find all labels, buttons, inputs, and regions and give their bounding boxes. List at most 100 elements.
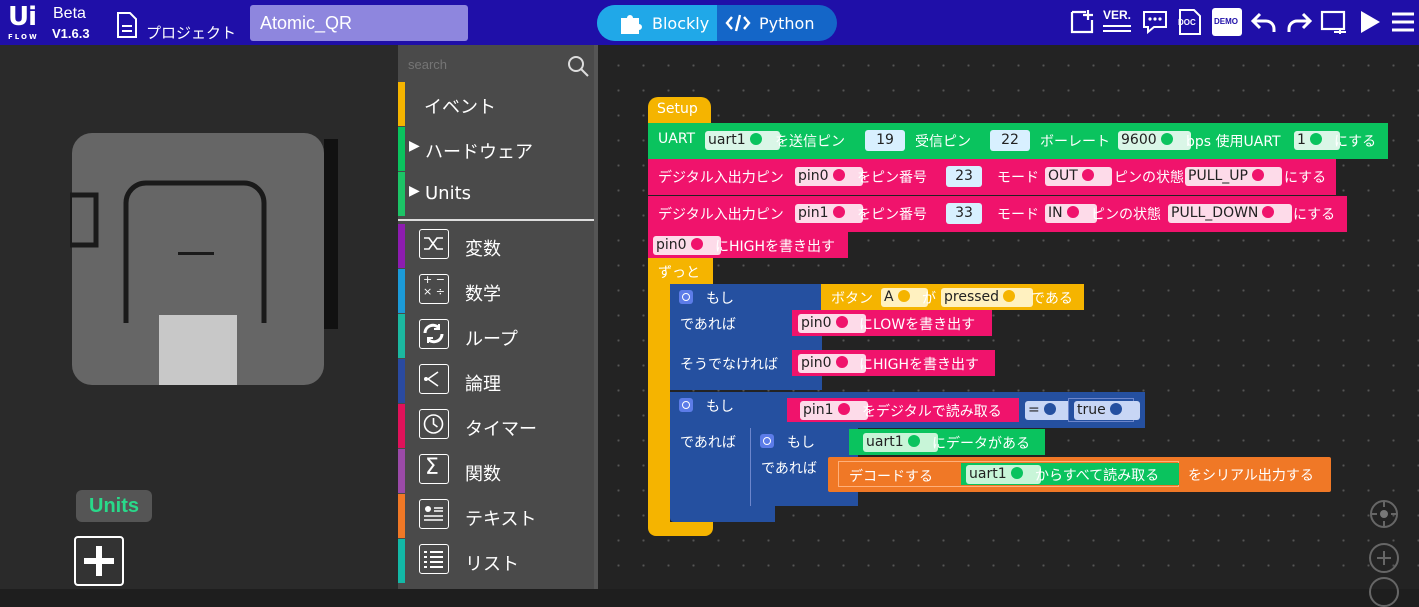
math-icon: + − × ÷ [419, 274, 449, 304]
chat-icon[interactable] [1141, 8, 1169, 36]
pin0-init-block[interactable]: デジタル入出力ピン pin0 をピン番号 23 モード OUT ピンの状態 PU… [648, 159, 1336, 195]
baud-dropdown[interactable]: 9600 [1118, 131, 1191, 150]
digital-read-block[interactable]: pin1 をデジタルで読み取る [787, 398, 1019, 422]
uart-name-dropdown[interactable]: uart1 [705, 131, 780, 150]
mode-dropdown[interactable]: IN [1045, 204, 1097, 223]
gear-icon[interactable] [760, 434, 774, 448]
category-list[interactable]: リスト [398, 539, 594, 583]
dropdown-arrow-icon [897, 290, 910, 302]
search-input[interactable] [408, 57, 558, 72]
uart-dropdown[interactable]: uart1 [966, 465, 1041, 484]
pin-dropdown[interactable]: pin0 [653, 236, 721, 255]
state-dropdown[interactable]: PULL_DOWN [1168, 204, 1293, 223]
category-functions[interactable]: Σ 関数 [398, 449, 594, 493]
blockly-mode-button[interactable]: Blockly [597, 5, 717, 41]
category-hardware[interactable]: ▶ ハードウェア [398, 127, 594, 171]
project-name-input[interactable]: Atomic_QR [250, 5, 468, 41]
menu-icon[interactable] [1389, 8, 1417, 36]
pin-name-dropdown[interactable]: pin1 [795, 204, 863, 223]
state-dropdown[interactable]: pressed [941, 288, 1034, 307]
device-icon[interactable] [1320, 8, 1348, 36]
category-event[interactable]: イベント [398, 82, 594, 126]
units-label[interactable]: Units [76, 490, 152, 522]
category-logic[interactable]: 論理 [398, 359, 594, 403]
dropdown-arrow-icon [1066, 206, 1079, 218]
dropdown-arrow-icon [1109, 403, 1122, 415]
new-file-icon[interactable] [1069, 8, 1097, 36]
search-icon[interactable] [566, 54, 590, 78]
top-bar: Ui FLOW Beta V1.6.3 プロジェクト Atomic_QR Blo… [0, 0, 1419, 45]
zoom-out-button[interactable] [1369, 577, 1399, 607]
redo-icon[interactable] [1285, 8, 1313, 36]
add-unit-button[interactable] [74, 536, 124, 586]
doc-icon[interactable]: DOC [1176, 8, 1204, 36]
run-icon[interactable] [1356, 8, 1384, 36]
decode-block[interactable]: デコードする uart1 からすべて読み取る [838, 461, 1179, 487]
pin-num-input[interactable]: 23 [946, 166, 982, 187]
state-dropdown[interactable]: PULL_UP [1185, 167, 1282, 186]
category-variables[interactable]: 変数 [398, 224, 594, 268]
write-low-block[interactable]: pin0 にLOWを書き出す [792, 310, 992, 336]
mode-dropdown[interactable]: OUT [1045, 167, 1112, 186]
logic-icon [419, 364, 449, 394]
setup-label: Setup [657, 101, 698, 117]
pin-dropdown[interactable]: pin0 [798, 354, 866, 373]
ver-icon-text: VER. [1103, 8, 1132, 22]
category-loop[interactable]: ループ [398, 314, 594, 358]
pin-dropdown[interactable]: pin0 [798, 314, 866, 333]
dropdown-arrow-icon [1160, 133, 1173, 145]
forever-block[interactable]: ずっと [648, 258, 713, 284]
write-high-block[interactable]: pin0 にHIGHを書き出す [648, 232, 848, 258]
category-text[interactable]: テキスト [398, 494, 594, 538]
zoom-in-button[interactable] [1369, 543, 1399, 573]
dropdown-arrow-icon [837, 403, 850, 415]
mode-toggle[interactable]: Blockly Python [597, 5, 837, 41]
boolean-dropdown[interactable]: true [1074, 401, 1140, 420]
dropdown-arrow-icon [835, 356, 848, 368]
loop-icon [419, 319, 449, 349]
pin-dropdown[interactable]: pin1 [800, 401, 868, 420]
pin-num-input[interactable]: 33 [946, 203, 982, 224]
category-math[interactable]: + − × ÷ 数学 [398, 269, 594, 313]
pin-name-dropdown[interactable]: pin0 [795, 167, 863, 186]
write-high-block-2[interactable]: pin0 にHIGHを書き出す [792, 350, 995, 376]
category-label: 変数 [465, 239, 501, 260]
recenter-button[interactable] [1370, 500, 1398, 528]
category-timer[interactable]: タイマー [398, 404, 594, 448]
boolean-block[interactable]: true [1068, 398, 1140, 422]
if-label: もし [787, 435, 815, 451]
button-dropdown[interactable]: A [881, 288, 928, 307]
plus-icon [84, 546, 114, 576]
uart-dropdown[interactable]: uart1 [863, 433, 938, 452]
rx-pin-input[interactable]: 22 [990, 130, 1030, 151]
pin-suffix: にする [1293, 207, 1336, 223]
uart-init-block[interactable]: UART uart1 を送信ピン 19 受信ピン 22 ボーレート 9600 b… [648, 123, 1388, 159]
forever-bottom [648, 522, 713, 536]
python-mode-button[interactable]: Python [717, 5, 837, 41]
gear-icon[interactable] [679, 290, 693, 304]
has-data-label: にデータがある [932, 436, 1030, 452]
pin1-init-block[interactable]: デジタル入出力ピン pin1 をピン番号 33 モード IN ピンの状態 PUL… [648, 196, 1347, 232]
uart-any-block[interactable]: uart1 にデータがある [849, 429, 1045, 455]
category-units[interactable]: ▶ Units [398, 172, 594, 216]
gear-icon[interactable] [679, 398, 693, 412]
button-pressed-block[interactable]: ボタン A が pressed である [821, 284, 1084, 310]
target-icon [1372, 502, 1396, 526]
project-label[interactable]: プロジェクト [146, 22, 236, 43]
serial-print-block[interactable]: デコードする uart1 からすべて読み取る をシリアル出力する [828, 457, 1331, 492]
device-panel: Units [0, 45, 398, 589]
write-high-label: にHIGHを書き出す [859, 357, 980, 373]
undo-icon[interactable] [1250, 8, 1278, 36]
uart-read-block[interactable]: uart1 からすべて読み取る [961, 463, 1179, 485]
then-label: であれば [761, 461, 817, 477]
version-icon[interactable]: VER. [1103, 8, 1135, 36]
atom-device-image [70, 133, 338, 385]
beta-label: Beta [53, 5, 86, 22]
operator-dropdown[interactable]: = [1025, 401, 1074, 420]
tx-pin-input[interactable]: 19 [865, 130, 905, 151]
blockly-label: Blockly [652, 14, 710, 33]
demo-icon[interactable]: DEMO [1212, 8, 1242, 36]
file-icon[interactable] [116, 11, 138, 39]
logo-text: Ui [8, 2, 37, 32]
setup-block[interactable]: Setup [648, 97, 711, 123]
